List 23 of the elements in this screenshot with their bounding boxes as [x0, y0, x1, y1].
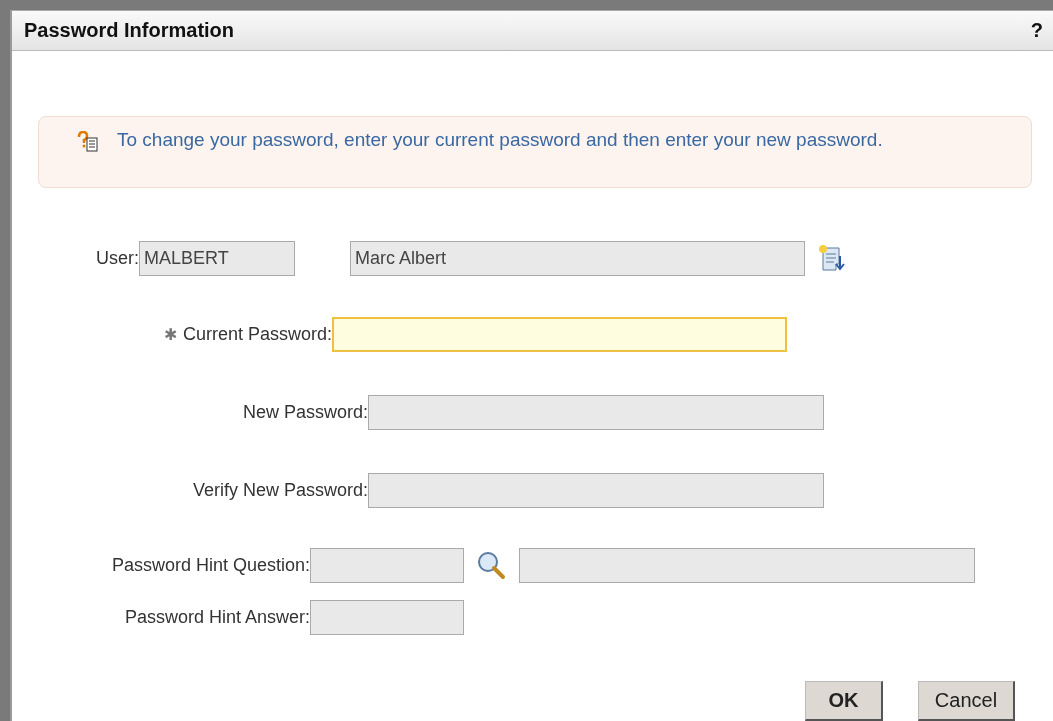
document-icon[interactable]: [817, 243, 847, 274]
required-icon: ✱: [163, 325, 177, 344]
field-label: New Password:: [242, 402, 368, 423]
field-label: User:: [96, 248, 139, 269]
field-label: Password Hint Question:: [111, 555, 310, 576]
search-icon[interactable]: [476, 550, 507, 581]
input-field[interactable]: [519, 548, 975, 583]
field-label: Password Hint Answer:: [124, 607, 310, 628]
input-field[interactable]: [332, 317, 787, 352]
info-message: To change your password, enter your current password and then enter your new password.: [117, 128, 883, 153]
input-field[interactable]: [310, 548, 464, 583]
field-label: Current Password:: [182, 324, 332, 345]
window-title: Password Information: [24, 19, 235, 43]
input-field[interactable]: [368, 395, 824, 430]
input-field[interactable]: [368, 473, 824, 508]
text-field[interactable]: MALBERT: [139, 241, 295, 276]
text-field[interactable]: Marc Albert: [350, 241, 805, 276]
help-document-icon: [77, 131, 99, 154]
ok-button[interactable]: OK: [805, 681, 883, 721]
cancel-button[interactable]: Cancel: [918, 681, 1015, 721]
input-field[interactable]: [310, 600, 464, 635]
help-button[interactable]: ?: [1030, 19, 1043, 43]
field-label: Verify New Password:: [192, 480, 368, 501]
